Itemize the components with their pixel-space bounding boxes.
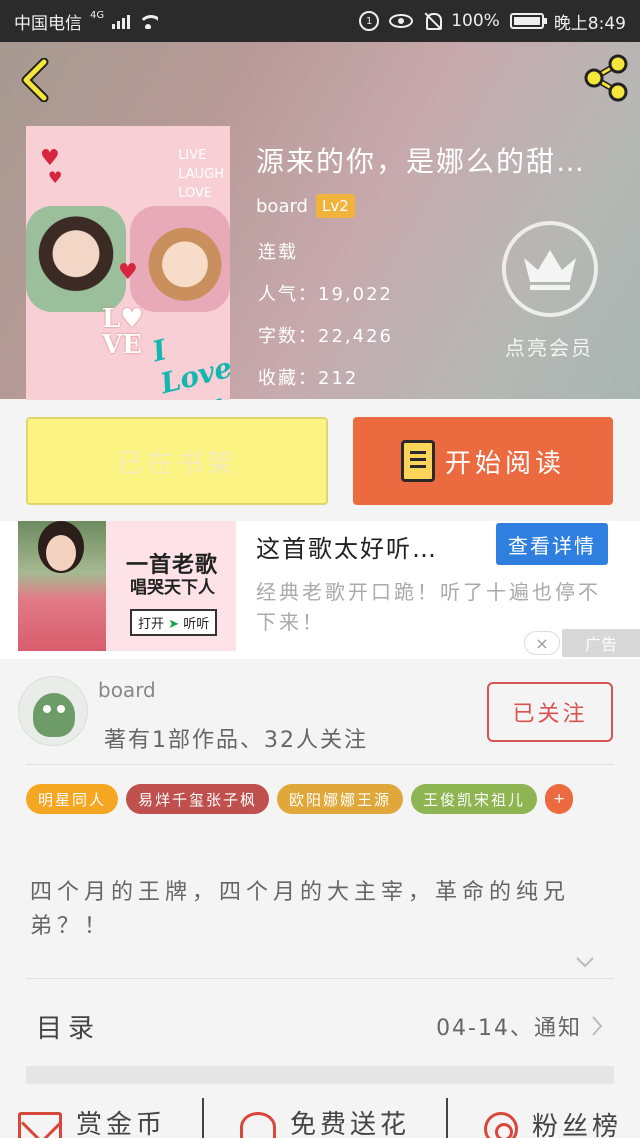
in-shelf-button[interactable]: 已在书架 xyxy=(26,417,328,505)
flowers-label: 免费送花 xyxy=(289,1109,410,1138)
book-intro: 四个月的王牌，四个月的大主宰，革命的纯兄弟？！ xyxy=(30,880,571,939)
ad-details-button[interactable]: 查看详情 xyxy=(496,523,608,565)
start-reading-label: 开始阅读 xyxy=(444,448,565,479)
toc-latest-chapter: 04-14、通知 xyxy=(436,1010,604,1042)
bottom-action-bar: 赏金币 免费送花 粉丝榜 xyxy=(0,1098,640,1138)
table-of-contents-row[interactable]: 目录 04-14、通知 xyxy=(26,990,614,1062)
clock: 晚上8:49 xyxy=(553,13,626,34)
section-spacer xyxy=(26,1066,614,1084)
flower-icon xyxy=(239,1112,276,1138)
tag-chip[interactable]: 王俊凯宋祖儿 xyxy=(411,784,538,814)
toc-label: 目录 xyxy=(36,1013,101,1044)
cover-live-text: LIVE LAUGH LOVE xyxy=(178,148,224,201)
chevron-right-icon xyxy=(592,1016,603,1036)
tag-chip[interactable]: 明星同人 xyxy=(26,784,119,814)
battery-percent: 100% xyxy=(451,11,500,31)
status-bar: 中国电信 4G 1 100% 晚上8:49 xyxy=(0,0,640,42)
book-title: 源来的你，是娜么的甜… xyxy=(256,145,587,178)
carrier-label: 中国电信 xyxy=(14,13,82,34)
fans-ranking-button[interactable]: 粉丝榜 xyxy=(483,1098,622,1138)
word-count: 字数：22,426 xyxy=(258,326,393,347)
back-button[interactable] xyxy=(18,58,52,102)
author-card-name[interactable]: board xyxy=(98,678,156,702)
eye-icon xyxy=(389,14,414,28)
ad-close-icon[interactable]: × xyxy=(524,631,560,655)
send-flowers-button[interactable]: 免费送花 xyxy=(239,1098,410,1138)
cover-love-text: L♥ VE xyxy=(102,304,144,360)
book-cover[interactable]: ♥ ♥ LIVE LAUGH LOVE ♥ L♥ VE I Love You xyxy=(26,126,230,400)
serial-status: 连载 xyxy=(258,242,298,263)
share-icon xyxy=(584,54,628,102)
heart-icon: ♥ xyxy=(48,168,63,187)
latest-chapter-label: 04-14、通知 xyxy=(436,1016,582,1041)
crown-icon xyxy=(524,250,576,290)
followed-button[interactable]: 已关注 xyxy=(487,682,613,742)
book-header: ♥ ♥ LIVE LAUGH LOVE ♥ L♥ VE I Love You 源… xyxy=(0,42,640,400)
chevron-down-icon[interactable] xyxy=(575,952,595,972)
battery-icon xyxy=(509,13,547,29)
popularity: 人气：19,022 xyxy=(258,284,393,305)
level-badge: Lv2 xyxy=(315,194,355,218)
network-type: 4G xyxy=(90,9,105,21)
ad-image-line2: 唱哭天下人 xyxy=(130,578,215,598)
chevron-left-icon xyxy=(21,58,49,102)
cover-photo-left xyxy=(26,206,126,312)
ad-tag: 广告 xyxy=(562,629,640,657)
tag-chip[interactable]: 欧阳娜娜王源 xyxy=(277,784,404,814)
ranking-icon xyxy=(483,1112,518,1138)
tag-list: 明星同人 易烊千玺张子枫 欧阳娜娜王源 王俊凯宋祖儿 + xyxy=(26,784,626,814)
ad-title[interactable]: 这首歌太好听… xyxy=(256,529,438,564)
author-stats: 著有1部作品、32人关注 xyxy=(104,728,368,753)
ad-banner[interactable]: 一首老歌 唱哭天下人 打开 ➤ 听听 这首歌太好听… 查看详情 经典老歌开口跪！… xyxy=(0,521,640,659)
vip-button[interactable] xyxy=(502,221,598,317)
red-envelope-icon xyxy=(17,1112,62,1138)
share-button[interactable] xyxy=(582,54,630,102)
divider xyxy=(445,1098,448,1138)
divider xyxy=(26,764,614,765)
divider xyxy=(201,1098,204,1138)
ad-image[interactable]: 一首老歌 唱哭天下人 打开 ➤ 听听 xyxy=(18,521,236,651)
dnd-icon: 1 xyxy=(359,11,380,31)
ad-photo xyxy=(18,521,106,651)
bell-muted-icon xyxy=(423,12,443,30)
author-row: board Lv2 xyxy=(256,194,355,218)
ad-image-cta: 打开 ➤ 听听 xyxy=(130,609,218,636)
reward-coins-button[interactable]: 赏金币 xyxy=(17,1098,166,1138)
favorites-count: 收藏：212 xyxy=(258,368,359,389)
heart-icon: ♥ xyxy=(118,260,138,285)
vip-label[interactable]: 点亮会员 xyxy=(505,332,593,361)
start-reading-button[interactable]: 开始阅读 xyxy=(353,417,613,505)
author-name[interactable]: board xyxy=(256,196,308,217)
ad-description: 经典老歌开口跪！听了十遍也停不下来！ xyxy=(256,580,601,634)
wifi-icon xyxy=(138,13,159,29)
author-avatar[interactable] xyxy=(18,676,88,746)
add-tag-button[interactable]: + xyxy=(545,784,574,814)
signal-icon xyxy=(112,13,131,29)
reward-label: 赏金币 xyxy=(75,1109,166,1138)
cover-photo-right xyxy=(130,206,230,312)
fans-label: 粉丝榜 xyxy=(531,1111,622,1138)
dinosaur-icon xyxy=(33,693,75,737)
book-icon xyxy=(400,440,435,482)
divider xyxy=(26,978,614,979)
cover-i-love-you: I Love You xyxy=(149,333,230,400)
tag-chip[interactable]: 易烊千玺张子枫 xyxy=(126,784,270,814)
